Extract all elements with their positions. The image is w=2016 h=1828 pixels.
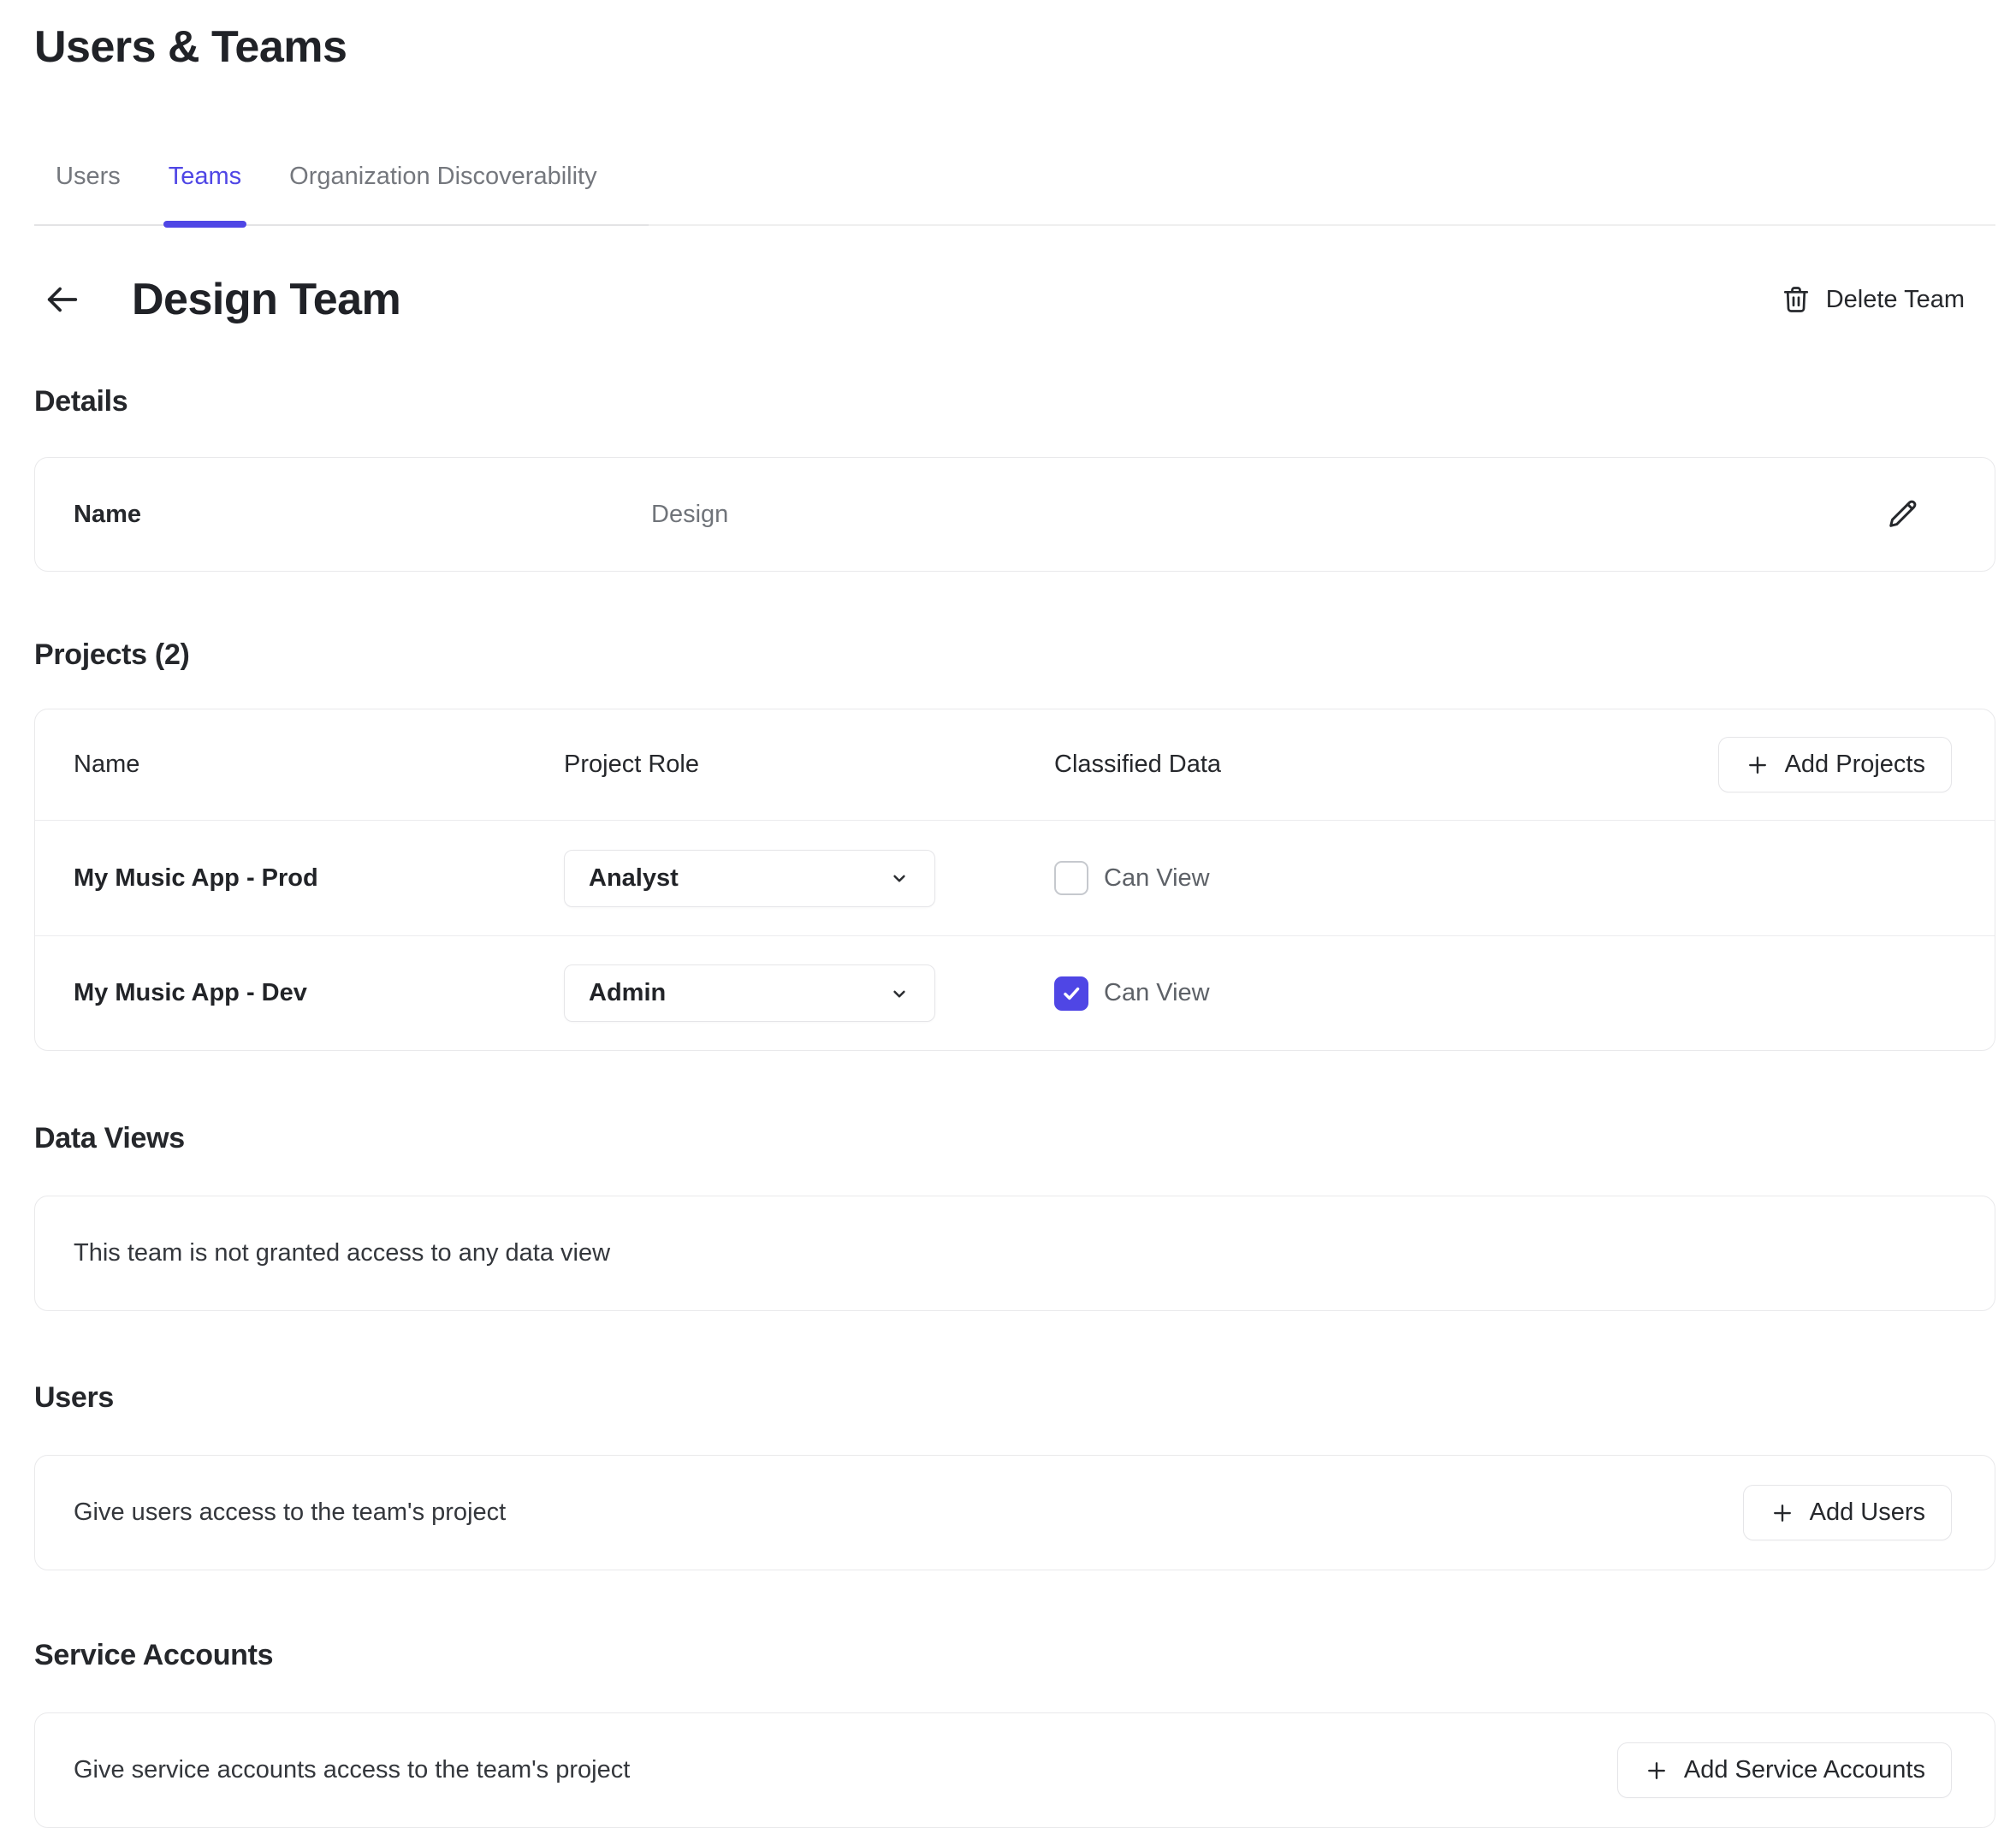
- data-views-heading: Data Views: [34, 1122, 1995, 1155]
- projects-table: Name Project Role Classified Data Add Pr…: [34, 709, 1995, 1051]
- chevron-down-icon: [888, 867, 910, 889]
- add-projects-button[interactable]: Add Projects: [1718, 737, 1952, 792]
- tab-users[interactable]: Users: [56, 162, 121, 224]
- name-label: Name: [74, 501, 651, 529]
- can-view-label: Can View: [1104, 864, 1210, 893]
- data-views-card: This team is not granted access to any d…: [34, 1196, 1995, 1311]
- team-header: Design Team Delete Team: [34, 274, 1995, 325]
- delete-team-label: Delete Team: [1826, 286, 1965, 314]
- users-heading: Users: [34, 1381, 1995, 1415]
- project-name: My Music App - Dev: [74, 979, 564, 1007]
- table-row: My Music App - Prod Analyst Can View: [35, 821, 1995, 935]
- users-card: Give users access to the team's project …: [34, 1455, 1995, 1570]
- projects-header-row: Name Project Role Classified Data Add Pr…: [35, 709, 1995, 821]
- project-role-select[interactable]: Analyst: [564, 850, 935, 907]
- service-accounts-card: Give service accounts access to the team…: [34, 1712, 1995, 1828]
- edit-name-button[interactable]: [1884, 496, 1920, 532]
- back-button[interactable]: [41, 278, 84, 321]
- details-card: Name Design: [34, 457, 1995, 572]
- plus-icon: [1644, 1758, 1669, 1783]
- delete-team-button[interactable]: Delete Team: [1781, 284, 1965, 315]
- column-name: Name: [74, 751, 564, 779]
- table-row: My Music App - Dev Admin Can View: [35, 935, 1995, 1050]
- add-service-accounts-button[interactable]: Add Service Accounts: [1617, 1742, 1952, 1798]
- name-value: Design: [651, 501, 1884, 529]
- data-views-empty-text: This team is not granted access to any d…: [74, 1239, 1952, 1267]
- check-icon: [1060, 982, 1082, 1005]
- project-role-select[interactable]: Admin: [564, 964, 935, 1022]
- projects-heading: Projects (2): [34, 638, 1995, 672]
- details-heading: Details: [34, 385, 1995, 418]
- classified-checkbox[interactable]: [1054, 861, 1088, 895]
- tab-teams[interactable]: Teams: [169, 162, 241, 224]
- column-classified-data: Classified Data: [1054, 751, 1718, 779]
- trash-icon: [1781, 284, 1811, 315]
- tab-bar: Users Teams Organization Discoverability: [34, 162, 1995, 226]
- pencil-icon: [1884, 496, 1920, 532]
- classified-checkbox[interactable]: [1054, 976, 1088, 1011]
- service-accounts-heading: Service Accounts: [34, 1639, 1995, 1672]
- arrow-left-icon: [43, 280, 82, 319]
- users-teams-page: Users & Teams Users Teams Organization D…: [0, 0, 2016, 1828]
- plus-icon: [1745, 752, 1770, 778]
- page-title: Users & Teams: [34, 21, 1995, 73]
- users-empty-text: Give users access to the team's project: [74, 1499, 1743, 1527]
- can-view-label: Can View: [1104, 979, 1210, 1007]
- chevron-down-icon: [888, 982, 910, 1005]
- service-accounts-empty-text: Give service accounts access to the team…: [74, 1756, 1617, 1784]
- tab-organization-discoverability[interactable]: Organization Discoverability: [289, 162, 596, 224]
- team-title: Design Team: [132, 274, 400, 325]
- column-project-role: Project Role: [564, 751, 1054, 779]
- plus-icon: [1770, 1500, 1795, 1526]
- add-users-button[interactable]: Add Users: [1743, 1485, 1952, 1540]
- project-name: My Music App - Prod: [74, 864, 564, 893]
